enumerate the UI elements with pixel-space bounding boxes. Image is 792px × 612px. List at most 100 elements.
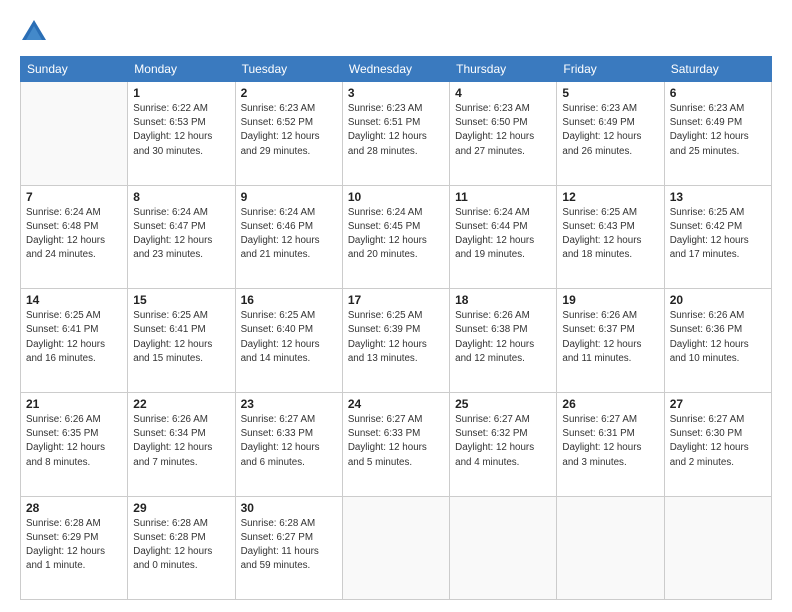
day-number: 12 [562, 190, 658, 204]
day-info: Sunrise: 6:23 AMSunset: 6:51 PMDaylight:… [348, 102, 444, 159]
calendar-cell: 9 Sunrise: 6:24 AMSunset: 6:46 PMDaylight… [235, 185, 342, 289]
calendar-cell [664, 496, 771, 599]
day-number: 5 [562, 86, 658, 100]
day-info: Sunrise: 6:27 AMSunset: 6:33 PMDaylight:… [241, 413, 337, 470]
day-info: Sunrise: 6:26 AMSunset: 6:35 PMDaylight:… [26, 413, 122, 470]
day-info: Sunrise: 6:26 AMSunset: 6:34 PMDaylight:… [133, 413, 229, 470]
calendar-cell: 2 Sunrise: 6:23 AMSunset: 6:52 PMDaylight… [235, 82, 342, 186]
day-info: Sunrise: 6:24 AMSunset: 6:45 PMDaylight:… [348, 206, 444, 263]
day-number: 10 [348, 190, 444, 204]
calendar-week-row: 21Sunrise: 6:26 AMSunset: 6:35 PMDayligh… [21, 392, 772, 496]
day-info: Sunrise: 6:23 AMSunset: 6:49 PMDaylight:… [562, 102, 658, 159]
calendar-cell: 21Sunrise: 6:26 AMSunset: 6:35 PMDayligh… [21, 392, 128, 496]
calendar-week-row: 7 Sunrise: 6:24 AMSunset: 6:48 PMDaylight… [21, 185, 772, 289]
day-info: Sunrise: 6:24 AMSunset: 6:44 PMDaylight:… [455, 206, 551, 263]
day-number: 28 [26, 501, 122, 515]
calendar-header-row: SundayMondayTuesdayWednesdayThursdayFrid… [21, 57, 772, 82]
day-info: Sunrise: 6:27 AMSunset: 6:32 PMDaylight:… [455, 413, 551, 470]
calendar-header-tuesday: Tuesday [235, 57, 342, 82]
calendar-cell: 5 Sunrise: 6:23 AMSunset: 6:49 PMDaylight… [557, 82, 664, 186]
calendar-cell: 12 Sunrise: 6:25 AMSunset: 6:43 PMDayligh… [557, 185, 664, 289]
day-number: 18 [455, 293, 551, 307]
day-number: 6 [670, 86, 766, 100]
day-number: 27 [670, 397, 766, 411]
calendar-header-friday: Friday [557, 57, 664, 82]
calendar-cell: 7 Sunrise: 6:24 AMSunset: 6:48 PMDaylight… [21, 185, 128, 289]
logo [20, 18, 52, 46]
calendar-header-wednesday: Wednesday [342, 57, 449, 82]
calendar-cell: 10 Sunrise: 6:24 AMSunset: 6:45 PMDayligh… [342, 185, 449, 289]
day-info: Sunrise: 6:25 AMSunset: 6:40 PMDaylight:… [241, 309, 337, 366]
day-number: 4 [455, 86, 551, 100]
calendar-cell: 4 Sunrise: 6:23 AMSunset: 6:50 PMDaylight… [450, 82, 557, 186]
page: SundayMondayTuesdayWednesdayThursdayFrid… [0, 0, 792, 612]
day-number: 3 [348, 86, 444, 100]
day-number: 15 [133, 293, 229, 307]
calendar-cell [557, 496, 664, 599]
calendar-cell [342, 496, 449, 599]
calendar-cell: 16 Sunrise: 6:25 AMSunset: 6:40 PMDayligh… [235, 289, 342, 393]
calendar-cell: 29Sunrise: 6:28 AMSunset: 6:28 PMDayligh… [128, 496, 235, 599]
day-number: 9 [241, 190, 337, 204]
day-info: Sunrise: 6:28 AMSunset: 6:29 PMDaylight:… [26, 517, 122, 574]
calendar-cell [450, 496, 557, 599]
calendar-week-row: 1 Sunrise: 6:22 AMSunset: 6:53 PMDaylight… [21, 82, 772, 186]
day-number: 16 [241, 293, 337, 307]
day-number: 2 [241, 86, 337, 100]
day-number: 1 [133, 86, 229, 100]
day-info: Sunrise: 6:26 AMSunset: 6:37 PMDaylight:… [562, 309, 658, 366]
calendar-cell: 6 Sunrise: 6:23 AMSunset: 6:49 PMDaylight… [664, 82, 771, 186]
day-number: 14 [26, 293, 122, 307]
day-info: Sunrise: 6:27 AMSunset: 6:31 PMDaylight:… [562, 413, 658, 470]
day-number: 19 [562, 293, 658, 307]
calendar-cell: 17 Sunrise: 6:25 AMSunset: 6:39 PMDayligh… [342, 289, 449, 393]
day-info: Sunrise: 6:23 AMSunset: 6:49 PMDaylight:… [670, 102, 766, 159]
calendar-cell: 26Sunrise: 6:27 AMSunset: 6:31 PMDayligh… [557, 392, 664, 496]
calendar-week-row: 28 Sunrise: 6:28 AMSunset: 6:29 PMDayligh… [21, 496, 772, 599]
calendar-cell: 25 Sunrise: 6:27 AMSunset: 6:32 PMDayligh… [450, 392, 557, 496]
calendar-cell: 14 Sunrise: 6:25 AMSunset: 6:41 PMDayligh… [21, 289, 128, 393]
calendar-cell: 1 Sunrise: 6:22 AMSunset: 6:53 PMDaylight… [128, 82, 235, 186]
day-number: 24 [348, 397, 444, 411]
calendar-cell: 8 Sunrise: 6:24 AMSunset: 6:47 PMDaylight… [128, 185, 235, 289]
day-number: 29 [133, 501, 229, 515]
header [20, 18, 772, 46]
day-info: Sunrise: 6:27 AMSunset: 6:30 PMDaylight:… [670, 413, 766, 470]
calendar-cell: 3 Sunrise: 6:23 AMSunset: 6:51 PMDaylight… [342, 82, 449, 186]
calendar-cell: 19 Sunrise: 6:26 AMSunset: 6:37 PMDayligh… [557, 289, 664, 393]
calendar-header-thursday: Thursday [450, 57, 557, 82]
day-number: 7 [26, 190, 122, 204]
day-info: Sunrise: 6:27 AMSunset: 6:33 PMDaylight:… [348, 413, 444, 470]
day-info: Sunrise: 6:23 AMSunset: 6:52 PMDaylight:… [241, 102, 337, 159]
calendar-cell: 24 Sunrise: 6:27 AMSunset: 6:33 PMDayligh… [342, 392, 449, 496]
day-info: Sunrise: 6:23 AMSunset: 6:50 PMDaylight:… [455, 102, 551, 159]
day-number: 30 [241, 501, 337, 515]
day-number: 13 [670, 190, 766, 204]
calendar-cell: 15 Sunrise: 6:25 AMSunset: 6:41 PMDayligh… [128, 289, 235, 393]
calendar-cell: 13 Sunrise: 6:25 AMSunset: 6:42 PMDayligh… [664, 185, 771, 289]
day-number: 23 [241, 397, 337, 411]
calendar-cell: 28 Sunrise: 6:28 AMSunset: 6:29 PMDayligh… [21, 496, 128, 599]
day-info: Sunrise: 6:24 AMSunset: 6:46 PMDaylight:… [241, 206, 337, 263]
day-number: 25 [455, 397, 551, 411]
day-number: 8 [133, 190, 229, 204]
day-info: Sunrise: 6:25 AMSunset: 6:42 PMDaylight:… [670, 206, 766, 263]
day-number: 22 [133, 397, 229, 411]
day-info: Sunrise: 6:22 AMSunset: 6:53 PMDaylight:… [133, 102, 229, 159]
day-info: Sunrise: 6:24 AMSunset: 6:47 PMDaylight:… [133, 206, 229, 263]
day-info: Sunrise: 6:25 AMSunset: 6:41 PMDaylight:… [26, 309, 122, 366]
calendar-header-saturday: Saturday [664, 57, 771, 82]
day-info: Sunrise: 6:24 AMSunset: 6:48 PMDaylight:… [26, 206, 122, 263]
calendar-cell: 20Sunrise: 6:26 AMSunset: 6:36 PMDayligh… [664, 289, 771, 393]
calendar-cell: 30 Sunrise: 6:28 AMSunset: 6:27 PMDayligh… [235, 496, 342, 599]
day-info: Sunrise: 6:28 AMSunset: 6:27 PMDaylight:… [241, 517, 337, 574]
day-info: Sunrise: 6:25 AMSunset: 6:43 PMDaylight:… [562, 206, 658, 263]
calendar-header-sunday: Sunday [21, 57, 128, 82]
day-number: 17 [348, 293, 444, 307]
calendar-cell: 22 Sunrise: 6:26 AMSunset: 6:34 PMDayligh… [128, 392, 235, 496]
day-info: Sunrise: 6:25 AMSunset: 6:41 PMDaylight:… [133, 309, 229, 366]
calendar-cell: 27 Sunrise: 6:27 AMSunset: 6:30 PMDayligh… [664, 392, 771, 496]
day-info: Sunrise: 6:25 AMSunset: 6:39 PMDaylight:… [348, 309, 444, 366]
calendar-header-monday: Monday [128, 57, 235, 82]
calendar-table: SundayMondayTuesdayWednesdayThursdayFrid… [20, 56, 772, 600]
